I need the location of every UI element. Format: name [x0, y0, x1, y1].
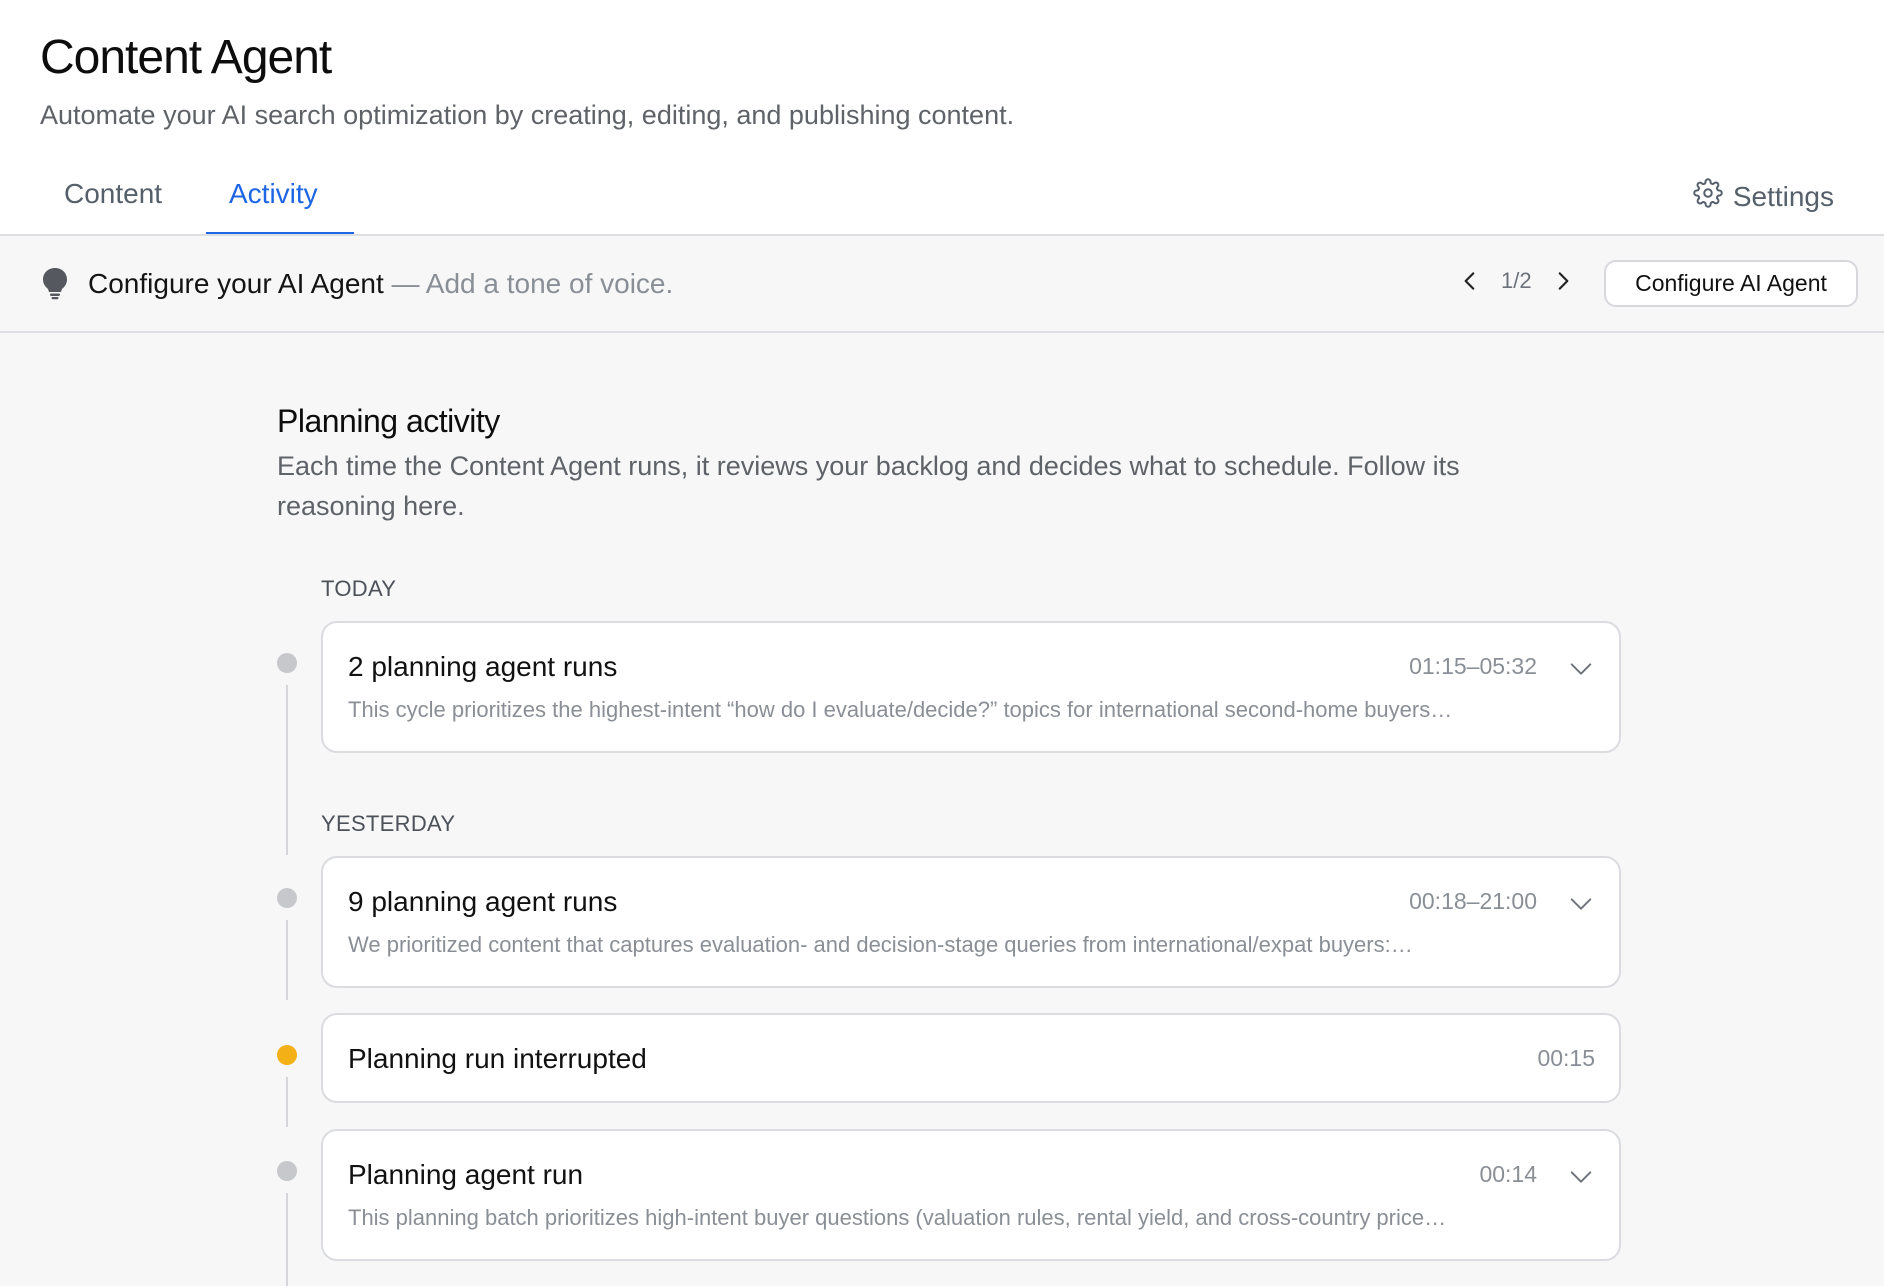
activity-card[interactable]: 2 planning agent runs 01:15–05:32 This c…	[321, 621, 1621, 753]
card-title: Planning agent run	[348, 1159, 584, 1190]
chevron-down-icon[interactable]	[1567, 655, 1595, 683]
card-time: 00:14	[1479, 1161, 1537, 1187]
card-summary: This planning batch prioritizes high-int…	[348, 1205, 1447, 1230]
section-description: Each time the Content Agent runs, it rev…	[277, 451, 1460, 521]
timeline-line	[286, 1077, 288, 1127]
day-label-yesterday: YESTERDAY	[321, 811, 456, 836]
pager-count: 1/2	[1501, 268, 1532, 293]
activity-card[interactable]: Planning run interrupted 00:15	[321, 1013, 1621, 1103]
timeline-line	[286, 1193, 288, 1286]
timeline-line	[286, 685, 288, 855]
lightbulb-icon	[40, 266, 70, 300]
card-time: 00:18–21:00	[1409, 888, 1537, 914]
activity-card[interactable]: Planning agent run 00:14 This planning b…	[321, 1129, 1621, 1261]
activity-card[interactable]: 9 planning agent runs 00:18–21:00 We pri…	[321, 856, 1621, 988]
chevron-right-icon[interactable]	[1548, 266, 1578, 296]
card-summary: We prioritized content that captures eva…	[348, 932, 1413, 957]
timeline-dot	[277, 653, 297, 673]
tab-activity[interactable]: Activity	[229, 178, 318, 210]
banner-title: Configure your AI Agent	[88, 268, 384, 299]
chevron-down-icon[interactable]	[1567, 890, 1595, 918]
section-title: Planning activity	[277, 403, 500, 439]
timeline-dot	[277, 1161, 297, 1181]
card-title: 9 planning agent runs	[348, 886, 618, 917]
timeline-dot	[277, 888, 297, 908]
card-title: Planning run interrupted	[348, 1043, 647, 1074]
day-label-today: TODAY	[321, 576, 397, 601]
card-title: 2 planning agent runs	[348, 651, 618, 682]
card-time: 01:15–05:32	[1409, 653, 1537, 679]
configure-ai-agent-button[interactable]: Configure AI Agent	[1604, 260, 1858, 307]
timeline-dot-warning	[277, 1045, 297, 1065]
page-subtitle: Automate your AI search optimization by …	[40, 100, 1015, 130]
banner-detail: Add a tone of voice.	[425, 268, 674, 299]
card-summary: This cycle prioritizes the highest-inten…	[348, 697, 1453, 722]
settings-label: Settings	[1732, 180, 1834, 212]
timeline-line	[286, 920, 288, 1000]
banner-separator: —	[383, 268, 426, 299]
card-time: 00:15	[1537, 1045, 1595, 1071]
settings-button[interactable]: Settings	[1693, 178, 1834, 215]
chevron-down-icon[interactable]	[1567, 1163, 1595, 1191]
page-title: Content Agent	[40, 31, 332, 84]
banner-pager: 1/2	[1455, 266, 1578, 296]
banner-message: Configure your AI Agent — Add a tone of …	[88, 268, 673, 300]
page-header: Content Agent Automate your AI search op…	[0, 0, 1884, 236]
configure-banner: Configure your AI Agent — Add a tone of …	[0, 236, 1884, 333]
tab-content[interactable]: Content	[64, 178, 162, 210]
gear-icon	[1693, 178, 1723, 215]
activity-panel: Planning activity Each time the Content …	[0, 333, 1884, 1286]
chevron-left-icon[interactable]	[1455, 266, 1485, 296]
